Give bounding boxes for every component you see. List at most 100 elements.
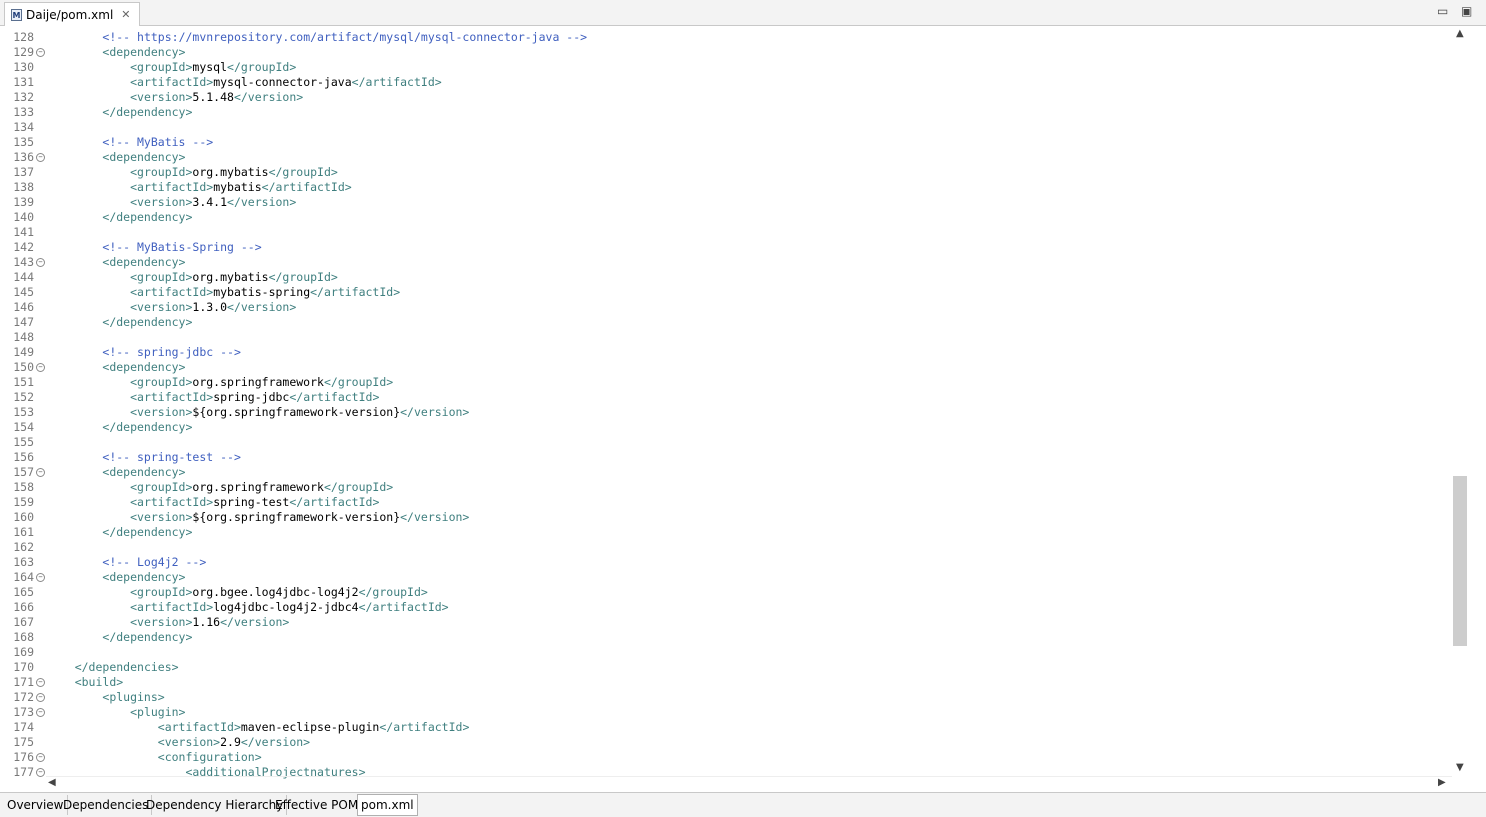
- scroll-down-icon[interactable]: ▼: [1456, 762, 1464, 773]
- code-line[interactable]: <artifactId>spring-jdbc</artifactId>: [47, 390, 1447, 405]
- bottom-tab-dependencies[interactable]: Dependencies: [60, 795, 153, 815]
- line-number: 144: [0, 270, 34, 285]
- code-line[interactable]: <artifactId>maven-eclipse-plugin</artifa…: [47, 720, 1447, 735]
- code-line[interactable]: <groupId>org.mybatis</groupId>: [47, 270, 1447, 285]
- minimize-icon[interactable]: ▭: [1437, 4, 1448, 18]
- line-number-text: 138: [13, 180, 34, 194]
- xml-tag: </dependency>: [102, 315, 193, 329]
- code-line[interactable]: <dependency>: [47, 360, 1447, 375]
- fold-collapse-icon[interactable]: −: [36, 258, 45, 267]
- fold-collapse-icon[interactable]: −: [36, 753, 45, 762]
- code-line[interactable]: <!-- spring-test -->: [47, 450, 1447, 465]
- xml-tag: <dependency>: [102, 45, 186, 59]
- code-line[interactable]: <groupId>org.springframework</groupId>: [47, 375, 1447, 390]
- code-line[interactable]: </dependency>: [47, 630, 1447, 645]
- code-line[interactable]: [47, 330, 1447, 345]
- fold-collapse-icon[interactable]: −: [36, 468, 45, 477]
- code-line[interactable]: [47, 120, 1447, 135]
- xml-text: [47, 615, 130, 629]
- bottom-tab-effective-pom[interactable]: Effective POM: [272, 795, 363, 815]
- fold-collapse-icon[interactable]: −: [36, 693, 45, 702]
- code-line[interactable]: <artifactId>spring-test</artifactId>: [47, 495, 1447, 510]
- code-line[interactable]: <!-- Log4j2 -->: [47, 555, 1447, 570]
- code-line[interactable]: <plugins>: [47, 690, 1447, 705]
- line-number: 139: [0, 195, 34, 210]
- xml-text: [47, 150, 102, 164]
- code-line[interactable]: [47, 645, 1447, 660]
- code-line[interactable]: <artifactId>mysql-connector-java</artifa…: [47, 75, 1447, 90]
- fold-collapse-icon[interactable]: −: [36, 678, 45, 687]
- line-number-text: 141: [13, 225, 34, 239]
- fold-collapse-icon[interactable]: −: [36, 708, 45, 717]
- code-line[interactable]: <dependency>: [47, 255, 1447, 270]
- xml-source-editor[interactable]: 128 129−130 131 132 133 134 135 136−137 138 139 14…: [0, 26, 1486, 791]
- close-icon[interactable]: ✕: [121, 8, 130, 21]
- code-line[interactable]: <dependency>: [47, 465, 1447, 480]
- editor-tab-pom[interactable]: M Daije/pom.xml ✕: [4, 2, 140, 26]
- code-line[interactable]: <dependency>: [47, 45, 1447, 60]
- code-line[interactable]: <groupId>org.springframework</groupId>: [47, 480, 1447, 495]
- code-line[interactable]: <groupId>org.bgee.log4jdbc-log4j2</group…: [47, 585, 1447, 600]
- code-line[interactable]: <dependency>: [47, 150, 1447, 165]
- xml-text: mysql-connector-java: [213, 75, 352, 89]
- horizontal-scrollbar[interactable]: ◀ ▶: [46, 776, 1452, 792]
- code-line[interactable]: </dependencies>: [47, 660, 1447, 675]
- code-line[interactable]: </dependency>: [47, 420, 1447, 435]
- code-line[interactable]: <version>${org.springframework-version}<…: [47, 510, 1447, 525]
- fold-collapse-icon[interactable]: −: [36, 153, 45, 162]
- fold-collapse-icon[interactable]: −: [36, 768, 45, 777]
- line-number-text: 146: [13, 300, 34, 314]
- vertical-scrollbar[interactable]: ▲ ▼: [1452, 26, 1468, 776]
- code-line[interactable]: </dependency>: [47, 105, 1447, 120]
- code-line[interactable]: <version>3.4.1</version>: [47, 195, 1447, 210]
- xml-text: mybatis: [213, 180, 262, 194]
- fold-collapse-icon[interactable]: −: [36, 573, 45, 582]
- code-line[interactable]: [47, 435, 1447, 450]
- code-line[interactable]: <plugin>: [47, 705, 1447, 720]
- code-line[interactable]: [47, 540, 1447, 555]
- vertical-scroll-thumb[interactable]: [1453, 476, 1467, 646]
- bottom-tab-dependency-hierarchy[interactable]: Dependency Hierarchy: [143, 795, 288, 815]
- xml-text: [47, 75, 130, 89]
- line-number: 161: [0, 525, 34, 540]
- maximize-icon[interactable]: ▣: [1461, 4, 1472, 18]
- line-number-text: 134: [13, 120, 34, 134]
- fold-collapse-icon[interactable]: −: [36, 48, 45, 57]
- bottom-tab-overview[interactable]: Overview: [4, 795, 68, 815]
- code-line[interactable]: </dependency>: [47, 525, 1447, 540]
- code-line[interactable]: <groupId>org.mybatis</groupId>: [47, 165, 1447, 180]
- scroll-up-icon[interactable]: ▲: [1456, 28, 1464, 39]
- code-area[interactable]: <!-- https://mvnrepository.com/artifact/…: [47, 30, 1447, 780]
- code-line[interactable]: </dependency>: [47, 315, 1447, 330]
- code-line[interactable]: <!-- spring-jdbc -->: [47, 345, 1447, 360]
- code-line[interactable]: <build>: [47, 675, 1447, 690]
- code-line[interactable]: <artifactId>log4jdbc-log4j2-jdbc4</artif…: [47, 600, 1447, 615]
- code-line[interactable]: <version>${org.springframework-version}<…: [47, 405, 1447, 420]
- code-line[interactable]: <version>1.3.0</version>: [47, 300, 1447, 315]
- xml-text: 3.4.1: [192, 195, 228, 209]
- code-line[interactable]: <version>5.1.48</version>: [47, 90, 1447, 105]
- code-line[interactable]: <version>1.16</version>: [47, 615, 1447, 630]
- line-number-text: 143: [13, 255, 34, 269]
- code-line[interactable]: <configuration>: [47, 750, 1447, 765]
- xml-text: [47, 285, 130, 299]
- code-line[interactable]: <version>2.9</version>: [47, 735, 1447, 750]
- code-line[interactable]: </dependency>: [47, 210, 1447, 225]
- scroll-left-icon[interactable]: ◀: [48, 777, 56, 788]
- xml-text: [47, 165, 130, 179]
- xml-tag: </artifactId>: [351, 75, 442, 89]
- fold-collapse-icon[interactable]: −: [36, 363, 45, 372]
- code-line[interactable]: <artifactId>mybatis</artifactId>: [47, 180, 1447, 195]
- code-line[interactable]: <!-- MyBatis -->: [47, 135, 1447, 150]
- code-line[interactable]: [47, 225, 1447, 240]
- scroll-right-icon[interactable]: ▶: [1438, 777, 1446, 788]
- bottom-tab-pom-xml[interactable]: pom.xml: [357, 794, 418, 816]
- xml-comment: <!-- spring-test -->: [102, 450, 241, 464]
- code-line[interactable]: <!-- MyBatis-Spring -->: [47, 240, 1447, 255]
- code-line[interactable]: <dependency>: [47, 570, 1447, 585]
- code-line[interactable]: <artifactId>mybatis-spring</artifactId>: [47, 285, 1447, 300]
- xml-text: [47, 315, 102, 329]
- code-line[interactable]: <!-- https://mvnrepository.com/artifact/…: [47, 30, 1447, 45]
- editor-tab-title: Daije/pom.xml: [26, 7, 114, 22]
- code-line[interactable]: <groupId>mysql</groupId>: [47, 60, 1447, 75]
